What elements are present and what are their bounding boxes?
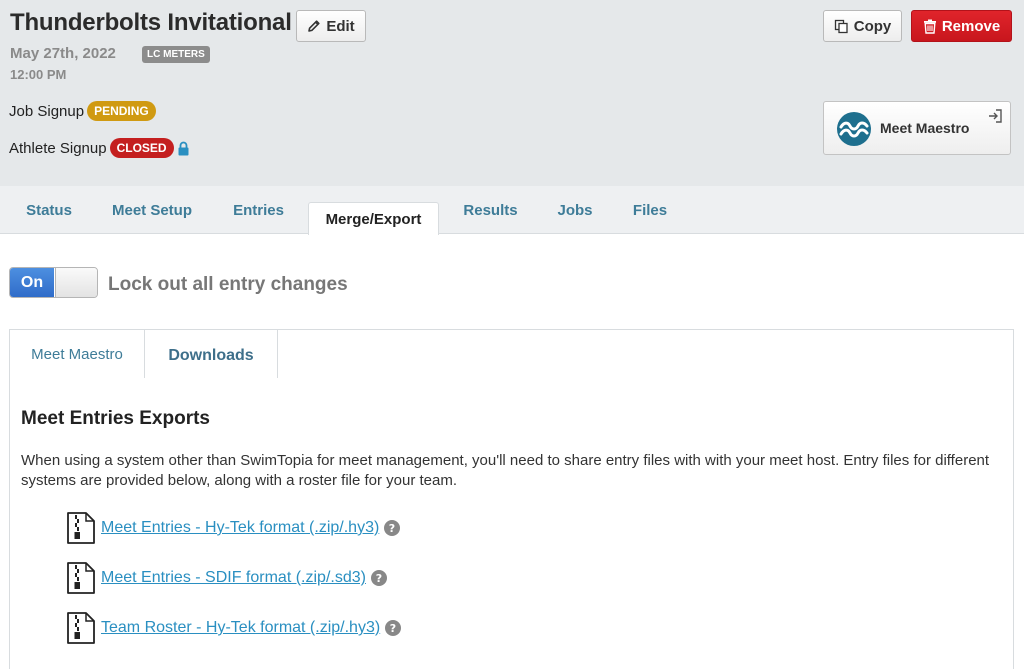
tab-meet-setup[interactable]: Meet Setup xyxy=(99,186,205,234)
subtab-meet-maestro[interactable]: Meet Maestro xyxy=(10,330,145,378)
file-link-team-roster[interactable]: Team Roster - Hy-Tek format (.zip/.hy3) xyxy=(101,619,380,637)
help-icon[interactable]: ? xyxy=(384,520,401,536)
waves-logo-icon xyxy=(837,112,871,146)
trash-icon xyxy=(923,19,936,34)
help-icon[interactable]: ? xyxy=(370,570,387,586)
tab-entries[interactable]: Entries xyxy=(221,186,296,234)
meet-maestro-button[interactable]: Meet Maestro xyxy=(823,101,1011,155)
file-row-hytek-entries: Meet Entries - Hy-Tek format (.zip/.hy3)… xyxy=(66,512,401,544)
lock-entries-toggle[interactable]: On xyxy=(9,267,98,298)
tab-files[interactable]: Files xyxy=(621,186,679,234)
edit-button-label: Edit xyxy=(326,17,355,35)
page-title: Thunderbolts Invitational xyxy=(10,9,292,36)
subtab-downloads[interactable]: Downloads xyxy=(145,330,278,378)
remove-button[interactable]: Remove xyxy=(911,10,1012,42)
athlete-signup-label: Athlete Signup xyxy=(9,139,107,157)
copy-icon xyxy=(834,19,848,33)
tab-merge-export[interactable]: Merge/Export xyxy=(308,202,439,235)
sub-tabs: Meet Maestro Downloads xyxy=(10,330,1013,378)
pencil-icon xyxy=(308,20,320,32)
job-signup-status-badge: PENDING xyxy=(87,101,156,121)
zip-file-icon xyxy=(67,562,95,594)
copy-button[interactable]: Copy xyxy=(823,10,902,42)
edit-button[interactable]: Edit xyxy=(296,10,366,42)
zip-file-icon xyxy=(67,512,95,544)
zip-file-icon xyxy=(67,612,95,644)
tab-results[interactable]: Results xyxy=(451,186,530,234)
job-signup-row: Job Signup PENDING xyxy=(9,101,156,121)
file-link-hytek-entries[interactable]: Meet Entries - Hy-Tek format (.zip/.hy3) xyxy=(101,519,379,537)
meet-time: 12:00 PM xyxy=(10,67,67,82)
tab-jobs[interactable]: Jobs xyxy=(545,186,605,234)
file-link-sdif-entries[interactable]: Meet Entries - SDIF format (.zip/.sd3) xyxy=(101,569,366,587)
athlete-signup-status-badge: CLOSED xyxy=(109,138,174,158)
meet-header: Thunderbolts Invitational Edit Copy Remo… xyxy=(0,0,1024,186)
section-title: Meet Entries Exports xyxy=(21,408,210,429)
athlete-signup-row: Athlete Signup CLOSED xyxy=(9,138,189,158)
section-description: When using a system other than SwimTopia… xyxy=(21,452,990,489)
main-tabs: Status Meet Setup Entries Merge/Export R… xyxy=(0,186,1024,235)
tab-status[interactable]: Status xyxy=(15,186,83,234)
svg-text:?: ? xyxy=(376,572,382,585)
file-row-sdif-entries: Meet Entries - SDIF format (.zip/.sd3) ? xyxy=(66,562,387,594)
lock-icon xyxy=(178,141,189,156)
meet-maestro-label: Meet Maestro xyxy=(880,120,970,136)
course-badge: LC METERS xyxy=(142,46,210,63)
toggle-state-label: On xyxy=(10,268,54,297)
copy-button-label: Copy xyxy=(853,17,892,35)
file-row-team-roster: Team Roster - Hy-Tek format (.zip/.hy3) … xyxy=(66,612,402,644)
lock-entries-label: Lock out all entry changes xyxy=(108,274,348,295)
job-signup-label: Job Signup xyxy=(9,102,85,120)
svg-text:?: ? xyxy=(389,522,395,535)
open-external-icon xyxy=(989,109,1002,123)
help-icon[interactable]: ? xyxy=(385,620,402,636)
remove-button-label: Remove xyxy=(941,17,1001,35)
toggle-knob xyxy=(55,268,97,297)
svg-text:?: ? xyxy=(390,622,396,635)
meet-date: May 27th, 2022 xyxy=(10,45,116,62)
